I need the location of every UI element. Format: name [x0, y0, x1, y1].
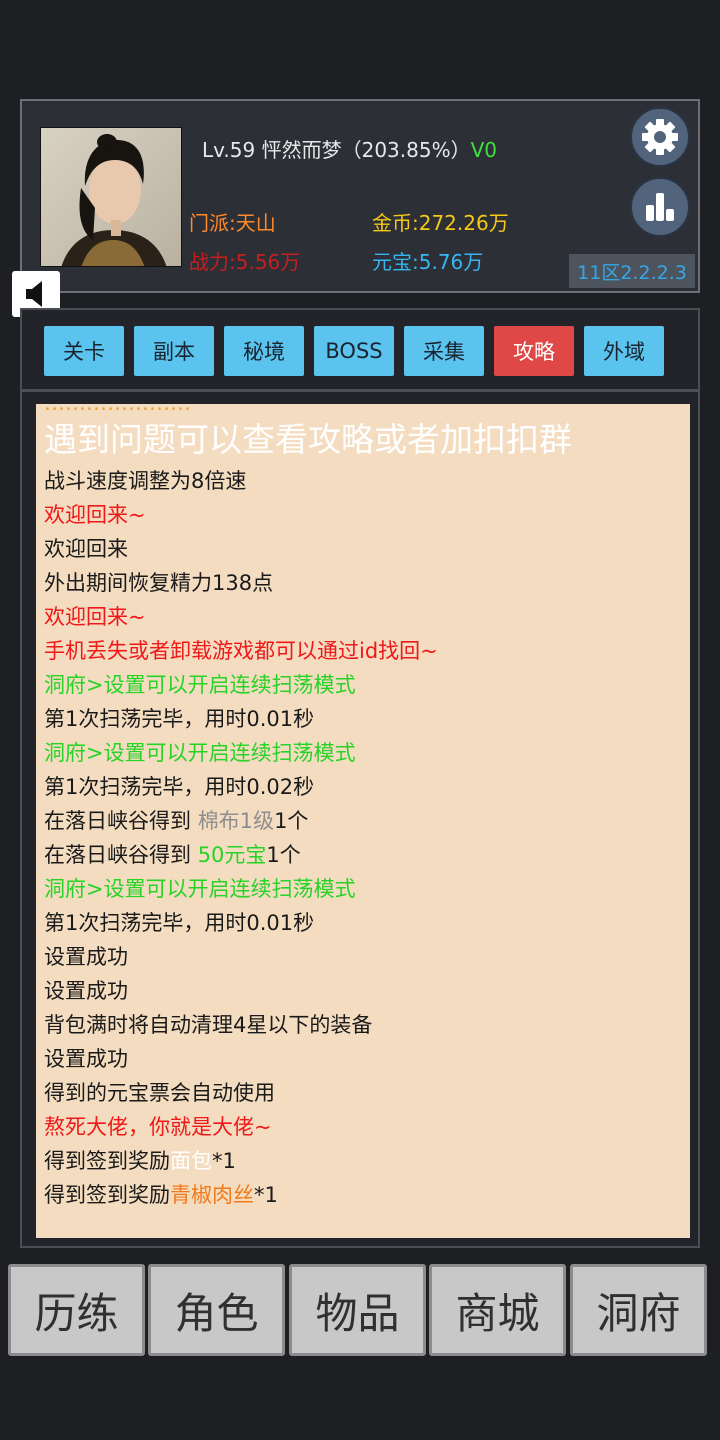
log-line: 熬死大佬，你就是大佬~ — [44, 1115, 272, 1139]
nav-items[interactable]: 物品 — [289, 1264, 426, 1356]
player-level-name: Lv.59 怦然而梦（203.85%）V0 — [202, 134, 497, 163]
nav-cave-dwelling[interactable]: 洞府 — [570, 1264, 707, 1356]
log-line-partial: ………………… — [44, 404, 191, 418]
player-yuanbao: 元宝:5.76万 — [372, 250, 484, 274]
ranking-button[interactable] — [630, 177, 690, 237]
log-text: 1个 — [266, 843, 301, 867]
tab-outer-domain[interactable]: 外域 — [584, 326, 664, 376]
log-notice: 遇到问题可以查看攻略或者加扣扣群 — [44, 420, 572, 459]
player-avatar[interactable] — [40, 127, 182, 267]
item-link[interactable]: 青椒肉丝 — [170, 1183, 254, 1207]
log-text: 在落日峡谷得到 — [44, 843, 198, 867]
tab-boss[interactable]: BOSS — [314, 326, 394, 376]
log-line: 洞府>设置可以开启连续扫荡模式 — [44, 741, 356, 765]
log-line: 洞府>设置可以开启连续扫荡模式 — [44, 877, 356, 901]
settings-button[interactable] — [630, 107, 690, 167]
item-link[interactable]: 面包 — [170, 1149, 212, 1173]
log-line: 得到签到奖励面包*1 — [44, 1146, 236, 1176]
log-line: 第1次扫荡完毕，用时0.01秒 — [44, 911, 315, 935]
category-tabs: 关卡 副本 秘境 BOSS 采集 攻略 外域 — [20, 308, 700, 391]
log-line: 战斗速度调整为8倍速 — [44, 469, 247, 493]
log-line: 手机丢失或者卸载游戏都可以通过id找回~ — [44, 639, 438, 663]
tab-gather[interactable]: 采集 — [404, 326, 484, 376]
log-line: 欢迎回来 — [44, 537, 128, 561]
log-line: 得到签到奖励青椒肉丝*1 — [44, 1180, 278, 1210]
player-level-name-text: Lv.59 怦然而梦（203.85%） — [202, 138, 471, 162]
bar-chart-icon — [646, 193, 674, 221]
log-text: *1 — [254, 1183, 278, 1207]
vip-level: V0 — [470, 138, 497, 162]
log-text: *1 — [212, 1149, 236, 1173]
log-line: 得到的元宝票会自动使用 — [44, 1081, 275, 1105]
speaker-icon — [26, 281, 42, 307]
log-text: 在落日峡谷得到 — [44, 809, 198, 833]
nav-training[interactable]: 历练 — [8, 1264, 145, 1356]
nav-character[interactable]: 角色 — [148, 1264, 285, 1356]
log-line: 欢迎回来~ — [44, 503, 146, 527]
player-power: 战力:5.56万 — [189, 250, 301, 274]
message-log-panel: ………………… 遇到问题可以查看攻略或者加扣扣群 战斗速度调整为8倍速 欢迎回来… — [20, 390, 700, 1248]
item-link[interactable]: 50元宝 — [198, 843, 267, 867]
server-badge: 11区2.2.2.3 — [569, 254, 695, 288]
log-line: 背包满时将自动清理4星以下的装备 — [44, 1013, 373, 1037]
tab-secret-realm[interactable]: 秘境 — [224, 326, 304, 376]
log-line: 设置成功 — [44, 1047, 128, 1071]
log-line: 在落日峡谷得到 棉布1级1个 — [44, 806, 308, 836]
item-link[interactable]: 棉布1级 — [198, 809, 274, 833]
tab-guide[interactable]: 攻略 — [494, 326, 574, 376]
log-line: 洞府>设置可以开启连续扫荡模式 — [44, 673, 356, 697]
log-line: 欢迎回来~ — [44, 605, 146, 629]
gear-icon — [642, 119, 678, 155]
nav-shop[interactable]: 商城 — [429, 1264, 566, 1356]
log-line: 外出期间恢复精力138点 — [44, 571, 274, 595]
log-line: 设置成功 — [44, 945, 128, 969]
player-gold: 金币:272.26万 — [372, 211, 509, 235]
bottom-navigation: 历练 角色 物品 商城 洞府 — [8, 1264, 712, 1356]
tab-dungeon[interactable]: 副本 — [134, 326, 214, 376]
log-text: 得到签到奖励 — [44, 1149, 170, 1173]
log-line: 第1次扫荡完毕，用时0.01秒 — [44, 707, 315, 731]
log-line: 第1次扫荡完毕，用时0.02秒 — [44, 775, 315, 799]
log-text: 得到签到奖励 — [44, 1183, 170, 1207]
message-log[interactable]: ………………… 遇到问题可以查看攻略或者加扣扣群 战斗速度调整为8倍速 欢迎回来… — [36, 404, 690, 1238]
avatar-portrait-image — [41, 128, 181, 266]
log-text: 1个 — [274, 809, 309, 833]
log-line: 设置成功 — [44, 979, 128, 1003]
log-line: 在落日峡谷得到 50元宝1个 — [44, 840, 301, 870]
tab-stages[interactable]: 关卡 — [44, 326, 124, 376]
player-header: Lv.59 怦然而梦（203.85%）V0 门派:天山 金币:272.26万 战… — [20, 99, 700, 293]
player-sect: 门派:天山 — [189, 211, 276, 235]
